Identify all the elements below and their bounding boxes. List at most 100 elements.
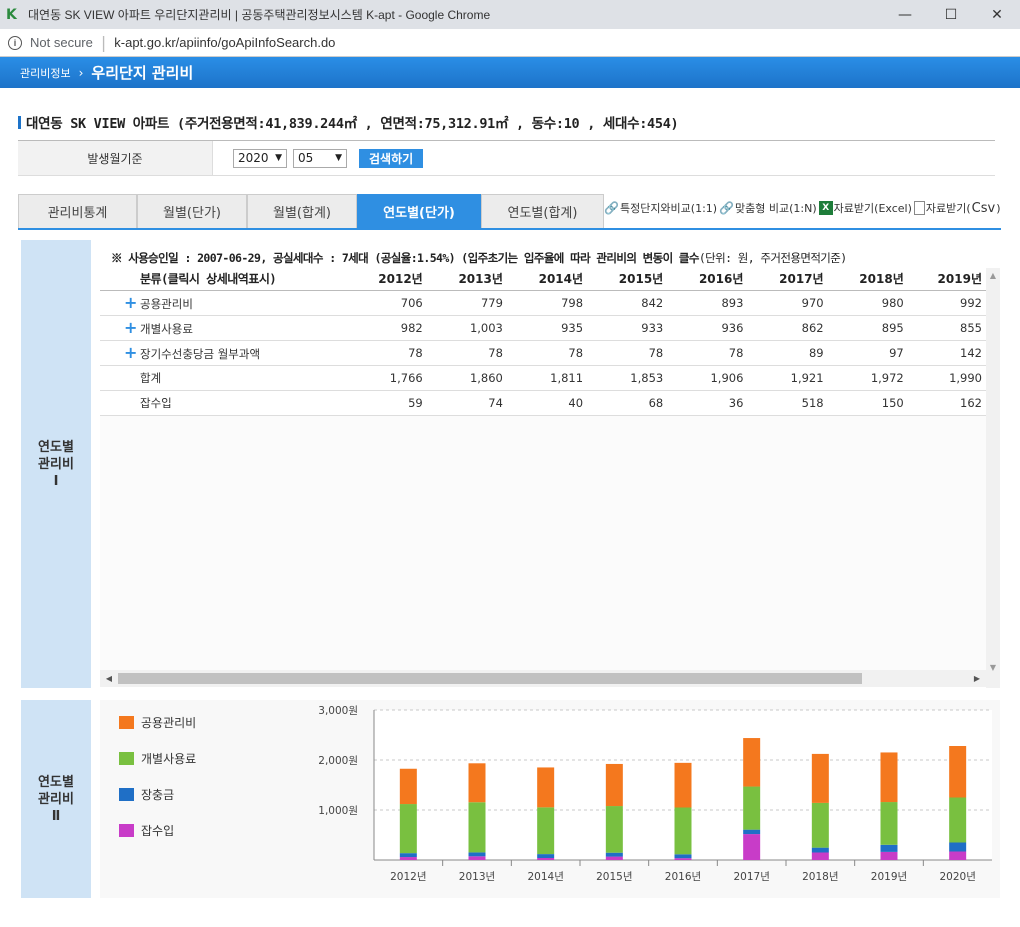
table-row-common-cost[interactable]: + 공용관리비 706 779 798 842 893 970 980 992 — [100, 290, 986, 316]
minimize-icon[interactable]: — — [882, 0, 928, 29]
tab-links: 🔗 특정단지와비교(1:1) 🔗 맞춤형 비교(1:N) X 자료받기(Excel) … — [604, 200, 1001, 216]
table-cell: 162 — [907, 390, 986, 416]
bar-segment — [811, 847, 829, 853]
breadcrumb: 관리비정보 › 우리단지 관리비 — [0, 57, 1020, 88]
table-row-individual-usage[interactable]: + 개별사용료 982 1,003 935 933 936 862 895 855 — [100, 315, 986, 341]
table-cell: 982 — [348, 315, 427, 341]
tab-stats[interactable]: 관리비통계 — [18, 194, 137, 228]
table-cell: 97 — [827, 340, 908, 366]
title-bar-marker — [18, 115, 21, 129]
bar-segment — [743, 738, 761, 787]
scroll-left-icon[interactable]: ◀ — [102, 670, 116, 687]
year-select[interactable]: 2020 ▼ — [233, 148, 287, 168]
table-cell: 936 — [667, 315, 748, 341]
y-tick-label: 2,000원 — [318, 755, 358, 767]
address-divider: | — [100, 33, 107, 52]
bar-segment — [811, 802, 829, 848]
bar-segment — [743, 786, 761, 830]
bar-segment — [811, 753, 829, 803]
bar-segment — [880, 844, 898, 852]
vertical-scrollbar[interactable]: ▲ ▼ — [986, 268, 1000, 688]
table-cell: 1,853 — [587, 365, 668, 391]
expand-plus-icon[interactable]: + — [124, 343, 137, 362]
bar-segment — [743, 834, 761, 860]
csv-download-link[interactable]: 자료받기(Csv) — [913, 200, 1001, 216]
bar-segment — [605, 763, 623, 807]
table-cell: 150 — [827, 390, 908, 416]
year-header: 2018년 — [827, 268, 908, 291]
filter-row: 발생월기준 2020 ▼ 05 ▼ 검색하기 — [18, 140, 995, 176]
breadcrumb-parent[interactable]: 관리비정보 — [20, 65, 71, 81]
tab-yearly-total[interactable]: 연도별(합계) — [481, 194, 604, 228]
bar-segment — [674, 854, 692, 859]
expand-plus-icon[interactable]: + — [124, 293, 137, 312]
not-secure-label[interactable]: Not secure — [30, 35, 93, 50]
tab-yearly-unit[interactable]: 연도별(단가) — [357, 194, 481, 228]
maximize-icon[interactable]: ☐ — [928, 0, 974, 29]
compare-1to1-link[interactable]: 🔗 특정단지와비교(1:1) — [604, 200, 717, 216]
year-header: 2016년 — [667, 268, 748, 291]
table-row-repair-reserve[interactable]: + 장기수선충당금 월부과액 78 78 78 78 78 89 97 142 — [100, 340, 986, 366]
table-scroll-area[interactable]: 분류(클릭시 상세내역표시) 2012년 2013년 2014년 2015년 2… — [100, 268, 986, 670]
tab-monthly-total[interactable]: 월별(합계) — [247, 194, 357, 228]
row-label: 개별사용료 — [140, 322, 193, 336]
tab-monthly-unit[interactable]: 월별(단가) — [137, 194, 247, 228]
section1-label-line1: 연도별 — [38, 439, 74, 455]
csv-download-suffix: ) — [996, 201, 1001, 215]
table-cell: 935 — [506, 315, 588, 341]
scroll-up-icon[interactable]: ▲ — [986, 268, 1000, 282]
compare-1toN-link[interactable]: 🔗 맞춤형 비교(1:N) — [719, 200, 817, 216]
y-tick-label: 1,000원 — [318, 805, 358, 817]
table-cell: 980 — [827, 290, 908, 316]
table-cell: 855 — [907, 315, 986, 341]
x-tick-label: 2014년 — [527, 871, 563, 883]
yearly-cost-chart-area: 공용관리비 개별사용료 장충금 잡수입 1,000원 2,000원 3,000원 2012년… — [100, 700, 1000, 898]
table-cell: 1,003 — [426, 315, 507, 341]
info-icon[interactable]: i — [8, 35, 22, 50]
close-icon[interactable]: ✕ — [974, 0, 1020, 29]
table-cell: 842 — [587, 290, 668, 316]
excel-download-link[interactable]: X 자료받기(Excel) — [818, 200, 912, 216]
k-apt-logo-icon: K — [6, 6, 17, 23]
table-header-row: 분류(클릭시 상세내역표시) 2012년 2013년 2014년 2015년 2… — [100, 268, 986, 291]
scrollbar-thumb[interactable] — [118, 673, 862, 684]
row-label: 합계 — [100, 365, 349, 391]
section2-label: 연도별 관리비 Ⅱ — [21, 700, 91, 898]
table-cell: 933 — [587, 315, 668, 341]
year-header: 2015년 — [587, 268, 668, 291]
scroll-right-icon[interactable]: ▶ — [970, 670, 984, 687]
table-cell: 1,811 — [506, 365, 588, 391]
bar-segment — [537, 854, 555, 858]
section1-label-line2: 관리비 — [38, 456, 74, 472]
year-header: 2013년 — [426, 268, 507, 291]
csv-download-label: Csv — [971, 200, 996, 216]
bar-segment — [674, 762, 692, 808]
table-cell: 862 — [747, 315, 828, 341]
search-button[interactable]: 검색하기 — [359, 148, 424, 168]
bar-segment — [949, 797, 967, 843]
table-cell: 78 — [587, 340, 668, 366]
yearly-cost-table: 분류(클릭시 상세내역표시) 2012년 2013년 2014년 2015년 2… — [100, 268, 986, 416]
table-cell: 893 — [667, 290, 748, 316]
row-label-cell: + 공용관리비 — [100, 290, 349, 316]
table-cell: 1,766 — [348, 365, 427, 391]
table-cell: 1,990 — [907, 365, 986, 391]
notice-suffix: (단위: 원, 주거전용면적기준) — [698, 251, 847, 265]
window-title: 대연동 SK VIEW 아파트 우리단지관리비 | 공동주택관리정보시스템 K-… — [28, 8, 491, 22]
month-select[interactable]: 05 ▼ — [293, 148, 347, 168]
bar-segment — [399, 857, 417, 860]
table-cell: 78 — [667, 340, 748, 366]
horizontal-scrollbar[interactable]: ◀ ▶ — [100, 670, 986, 687]
bar-segment — [949, 851, 967, 860]
table-cell: 895 — [827, 315, 908, 341]
apartment-title-text: 대연동 SK VIEW 아파트 (주거전용면적:41,839.244㎡ , 연면… — [26, 116, 679, 132]
url-field[interactable]: k-apt.go.kr/apiinfo/goApiInfoSearch.do — [114, 35, 335, 50]
bar-segment — [605, 856, 623, 860]
x-tick-label: 2020년 — [939, 871, 975, 883]
compare-1to1-label: 특정단지와비교(1:1) — [619, 202, 718, 215]
bar-segment — [949, 746, 967, 798]
apartment-title: 대연동 SK VIEW 아파트 (주거전용면적:41,839.244㎡ , 연면… — [18, 112, 679, 132]
expand-plus-icon[interactable]: + — [124, 318, 137, 337]
table-cell: 78 — [426, 340, 507, 366]
scroll-down-icon[interactable]: ▼ — [986, 660, 1000, 674]
